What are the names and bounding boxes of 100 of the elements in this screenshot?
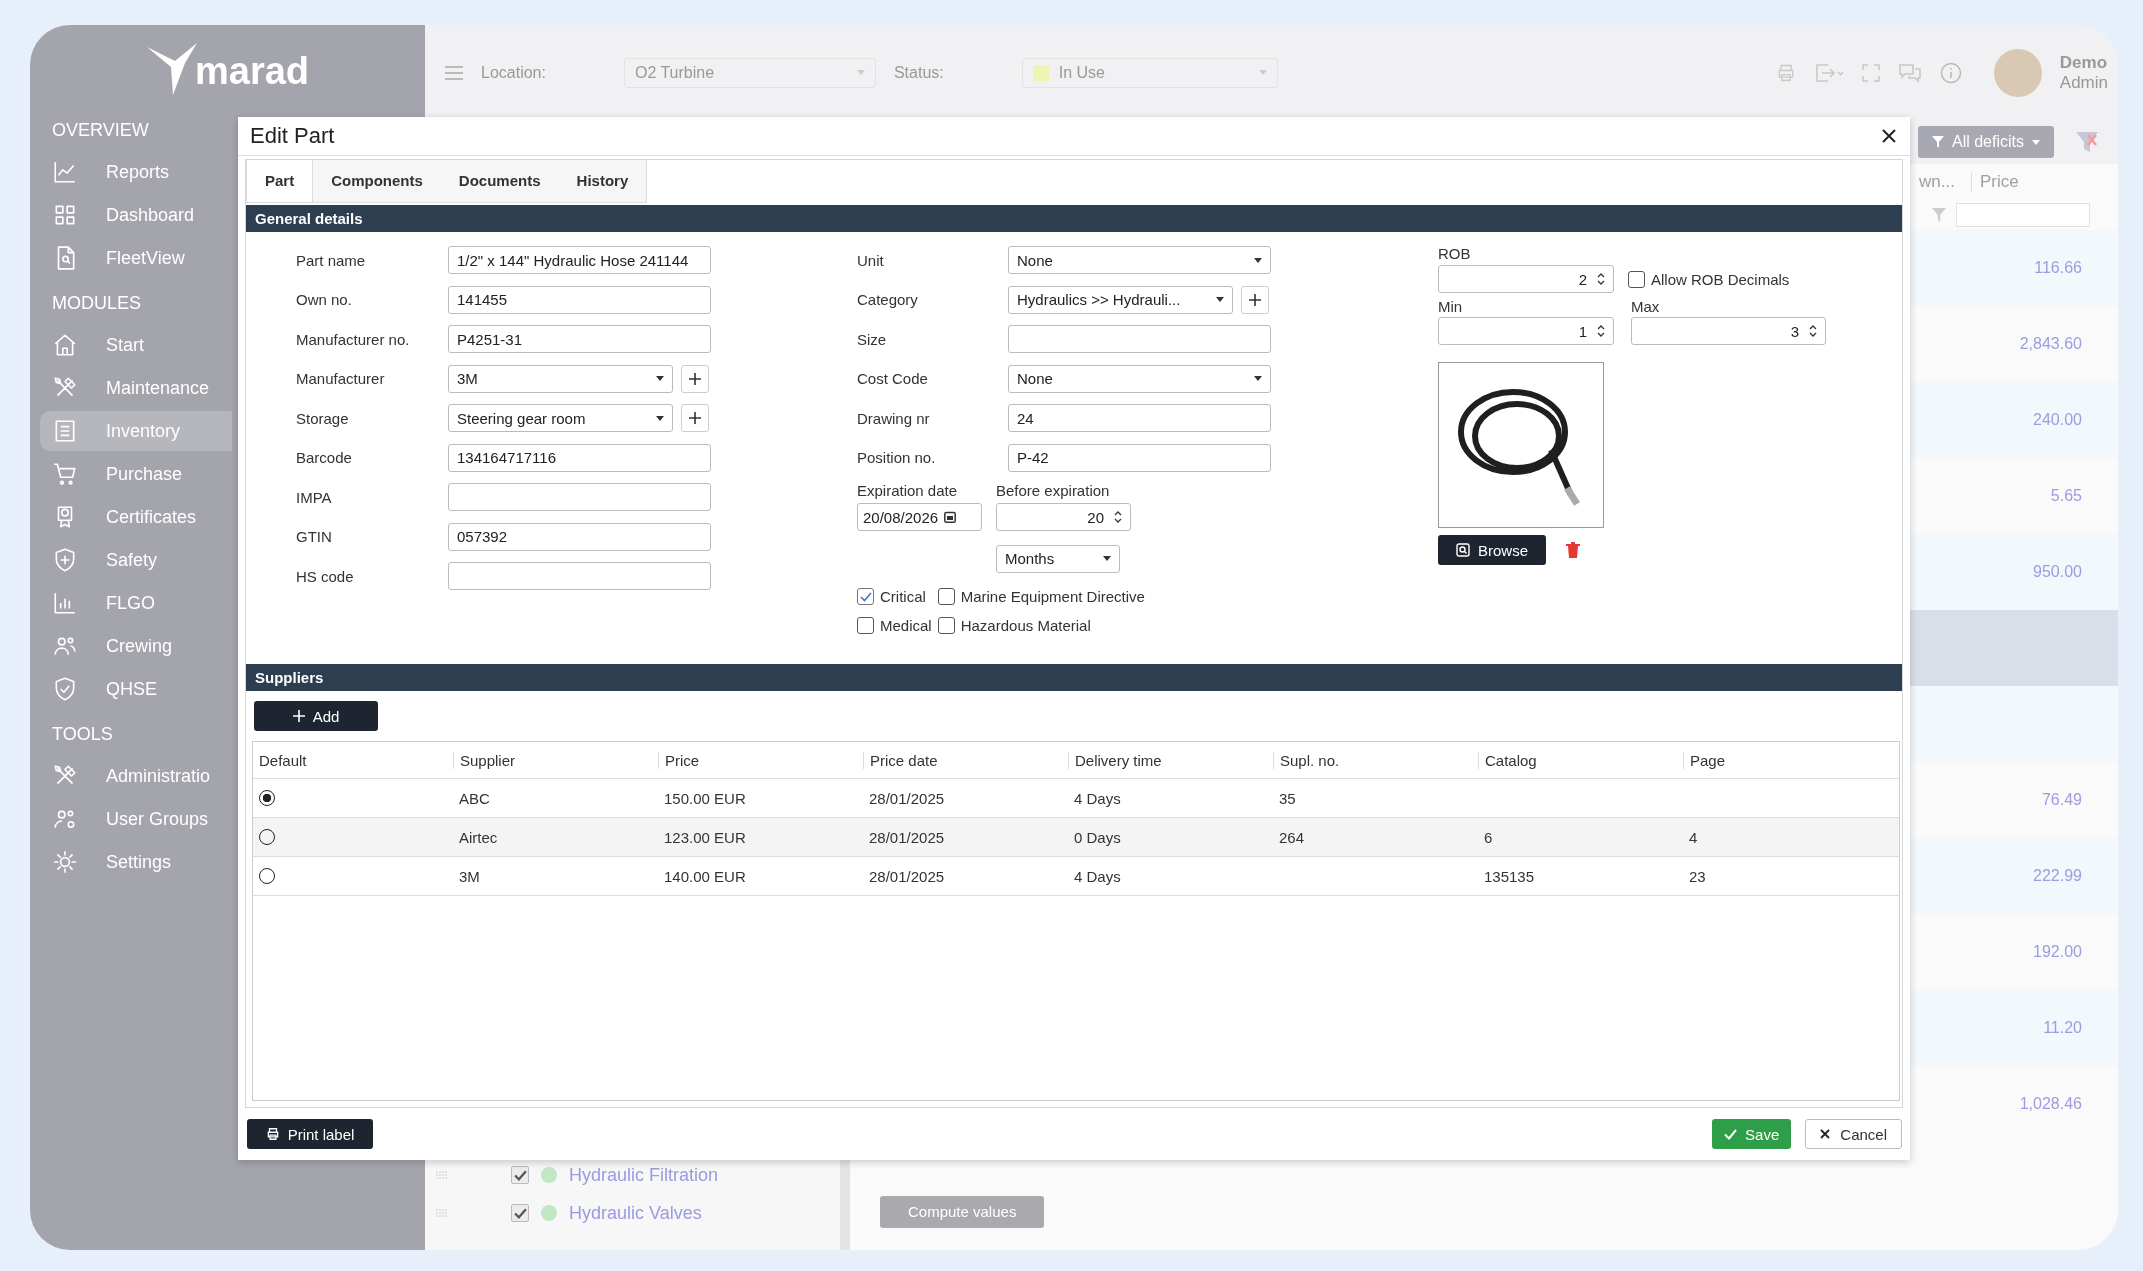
column-header[interactable]: Supplier [453,751,658,769]
checkbox[interactable]: Marine Equipment Directive [937,584,1145,609]
select-field[interactable]: None [1008,364,1271,393]
add-button[interactable] [1241,285,1269,314]
checkmark-icon [513,1169,527,1181]
column-header[interactable]: Supl. no. [1273,751,1478,769]
spinner-icon[interactable] [1597,324,1605,338]
checkbox[interactable] [511,1166,529,1184]
table-cell: 140.00 EUR [664,867,746,885]
field-label: Unit [857,251,885,269]
table-cell: 150.00 EUR [664,789,746,807]
tab[interactable]: History [558,160,647,202]
input-field[interactable]: 141455 [448,285,711,314]
column-header[interactable]: Delivery time [1068,751,1273,769]
filter-input[interactable] [1956,203,2090,227]
table-cell: 35 [1279,789,1296,807]
filter-icon [1931,136,1944,148]
number-field[interactable]: 1 [1438,317,1614,345]
date-field[interactable]: 20/08/2026 [857,503,982,531]
field-label: Part name [296,251,367,269]
printer-icon [265,1127,280,1141]
tab[interactable]: Components [313,160,441,202]
spinner-icon[interactable] [1114,510,1122,524]
input-field[interactable]: 134164717116 [448,443,711,472]
field-label: Drawing nr [857,409,931,427]
section-heading: OVERVIEW [52,119,149,142]
input-field[interactable]: P-42 [1008,443,1271,472]
menu-icon[interactable] [445,65,463,80]
checkbox[interactable]: Critical [857,584,932,609]
fullscreen-icon[interactable] [1861,63,1880,82]
dialog-title: Edit Part [250,123,335,149]
spinner-icon[interactable] [1809,324,1817,338]
table-cell: 4 [1689,828,1698,846]
trash-icon[interactable] [1566,542,1580,558]
price-cell: 116.66 [2034,259,2082,277]
checkbox[interactable]: Allow ROB Decimals [1628,266,1790,292]
column-header[interactable]: Price [658,751,863,769]
field-label: Size [857,330,888,348]
price-cell: 950.00 [2033,563,2082,581]
price-cell: 192.00 [2033,943,2082,961]
user-role: Admin [2059,72,2108,93]
input-field[interactable] [448,562,711,590]
add-button[interactable] [681,364,709,393]
price-cell: 222.99 [2033,867,2082,885]
table-cell: 23 [1689,867,1706,885]
bar-chart-icon [52,590,78,616]
table-cell: 6 [1484,828,1493,846]
field-label: Manufacturer no. [296,330,411,348]
checkbox[interactable] [511,1204,529,1222]
status-dot-icon [541,1167,557,1183]
tab[interactable]: Documents [440,160,559,202]
field-label: ROB [1438,245,1472,262]
print-label-button[interactable]: Print label [247,1119,373,1149]
settings-icon [52,849,78,875]
field-label: Position no. [857,449,937,466]
input-field[interactable]: 1/2" x 144" Hydraulic Hose 241144 [448,246,711,274]
calendar-icon [944,511,957,523]
table-cell: 264 [1279,828,1305,846]
section-heading: TOOLS [52,723,113,746]
radio-button[interactable] [259,790,275,806]
field-label: Min [1438,298,1464,315]
price-cell: 11.20 [2043,1019,2082,1037]
input-field[interactable]: P4251-31 [448,325,711,353]
select-field[interactable]: Months [996,544,1120,573]
field-label: GTIN [296,528,333,545]
field-label: Own no. [296,291,353,308]
table-cell: ABC [459,789,490,807]
column-header[interactable]: Default [253,751,453,769]
column-header[interactable]: Catalog [1478,751,1683,769]
number-field[interactable]: 3 [1631,317,1826,345]
add-button[interactable] [681,404,709,432]
clear-filter-icon[interactable] [2074,129,2100,155]
chart-line-icon [52,159,78,185]
cancel-button[interactable]: Cancel [1805,1119,1902,1149]
check-icon [1724,1128,1738,1140]
select-field[interactable]: Hydraulics >> Hydrauli... [1008,285,1233,314]
close-icon[interactable] [1882,129,1896,143]
status-label: Status: [893,63,944,82]
add-button[interactable]: Add [254,701,378,731]
spinner-icon[interactable] [1597,272,1605,286]
column-header[interactable]: Page [1683,751,1888,769]
input-field[interactable] [1008,325,1271,353]
tab[interactable]: Part [247,160,314,202]
input-field[interactable]: 24 [1008,404,1271,432]
select-field[interactable]: None [1008,246,1271,274]
number-field[interactable]: 2 [1438,265,1614,293]
number-field[interactable]: 20 [996,503,1131,531]
checkbox[interactable]: Hazardous Material [937,613,1145,638]
input-field[interactable]: 057392 [448,522,711,551]
cart-icon [52,461,78,487]
checkbox[interactable]: Medical [857,613,932,638]
browse-button[interactable]: Browse [1438,535,1546,565]
export-icon[interactable] [1813,62,1844,83]
select-field[interactable]: Steering gear room [448,404,673,432]
info-icon[interactable] [1939,61,1962,84]
select-field[interactable]: 3M [448,364,673,393]
input-field[interactable] [448,483,711,511]
filter-icon[interactable] [1932,208,1946,222]
chat-icon[interactable] [1897,62,1922,83]
column-header[interactable]: Price date [863,751,1068,769]
